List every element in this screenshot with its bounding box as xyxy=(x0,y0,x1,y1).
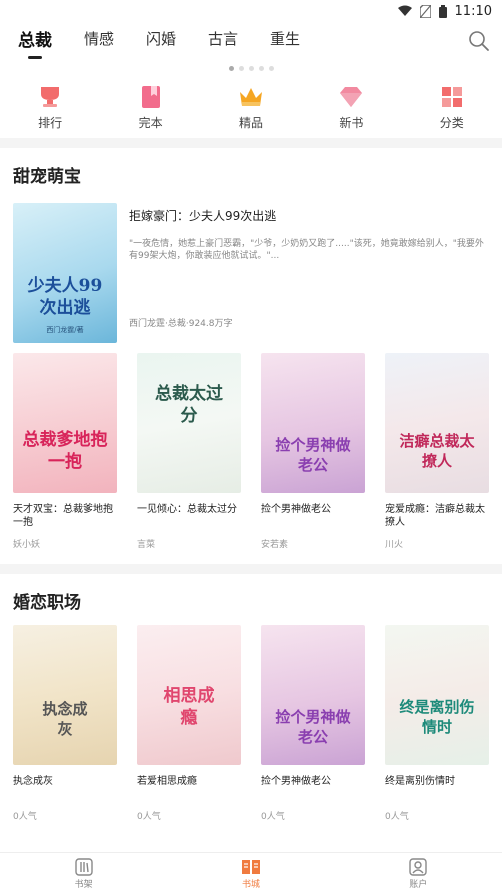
user-icon xyxy=(409,858,428,876)
top-tab-bar: 总裁 情感 闪婚 古言 重生 xyxy=(0,22,502,58)
book-title: 天才双宝：总裁爹地抱一抱 xyxy=(13,504,113,528)
cat-ranking[interactable]: 排行 xyxy=(0,84,100,131)
book-cover: 捡个男神做老公 xyxy=(261,625,365,765)
book-author: 0人气 xyxy=(385,812,409,822)
nav-label: 账户 xyxy=(409,880,428,890)
cover-title: 少夫人99次出逃 xyxy=(27,276,103,318)
book-card[interactable]: 相思成瘾 若爱相思成瘾 0人气 xyxy=(137,625,241,822)
bottom-nav: 书架 书城 账户 xyxy=(0,852,502,894)
book-cover: 洁癖总裁太撩人 xyxy=(385,353,489,493)
category-shortcuts: 排行 完本 精品 新书 分类 xyxy=(0,76,502,138)
trophy-icon xyxy=(41,86,60,107)
book-title: 终是离别伤情时 xyxy=(385,776,455,787)
book-card[interactable]: 洁癖总裁太撩人 宠爱成瘾：洁癖总裁太撩人 川火 xyxy=(385,353,489,550)
nav-label: 书城 xyxy=(241,880,260,890)
cat-label: 分类 xyxy=(439,115,464,130)
cat-new[interactable]: 新书 xyxy=(301,84,401,131)
search-icon[interactable] xyxy=(468,30,490,52)
book-title: 捡个男神做老公 xyxy=(261,776,331,787)
cat-label: 新书 xyxy=(339,115,364,130)
bookshelf-icon xyxy=(74,858,93,876)
bookmark-book-icon xyxy=(141,85,160,108)
cover-title: 终是离别伤情时 xyxy=(399,698,475,736)
carousel-dot xyxy=(228,65,234,71)
book-cover: 捡个男神做老公 xyxy=(261,353,365,493)
featured-book[interactable]: 少夫人99次出逃 西门龙霆/著 拒嫁豪门：少夫人99次出逃 "一夜危情，她惹上豪… xyxy=(0,195,502,343)
cover-title: 执念成灰 xyxy=(42,700,88,738)
section-title: 婚恋职场 xyxy=(13,593,81,613)
tab-guyan[interactable]: 古言 xyxy=(208,28,238,53)
nav-label: 书架 xyxy=(74,880,93,890)
open-book-icon xyxy=(241,860,260,874)
book-author: 0人气 xyxy=(137,812,161,822)
book-title: 执念成灰 xyxy=(13,776,53,787)
book-cover: 终是离别伤情时 xyxy=(385,625,489,765)
book-card[interactable]: 捡个男神做老公 捡个男神做老公 0人气 xyxy=(261,625,365,822)
tab-chongsheng[interactable]: 重生 xyxy=(270,28,300,53)
carousel-dot xyxy=(248,65,254,71)
book-author: 0人气 xyxy=(261,812,285,822)
cover-title: 捡个男神做老公 xyxy=(275,708,351,746)
cover-title: 洁癖总裁太撩人 xyxy=(399,432,475,470)
carousel-dot xyxy=(268,65,274,71)
status-bar: 11:10 xyxy=(0,0,502,22)
carousel-dot xyxy=(238,65,244,71)
status-time: 11:10 xyxy=(454,3,492,19)
book-author: 安若素 xyxy=(261,540,289,550)
nav-bookshelf[interactable]: 书架 xyxy=(34,857,134,890)
cover-author: 西门龙霆/著 xyxy=(46,326,84,334)
cat-label: 精品 xyxy=(238,115,263,130)
nav-account[interactable]: 账户 xyxy=(368,857,468,890)
cover-title: 总裁太过分 xyxy=(155,384,223,426)
book-title: 一见倾心：总裁太过分 xyxy=(137,504,237,515)
featured-description: "一夜危情，她惹上豪门恶霸，"少爷，少奶奶又跑了....."该死，她竟敢嫁给别人… xyxy=(129,239,484,261)
book-author: 妖小妖 xyxy=(13,540,41,550)
divider xyxy=(0,564,502,574)
cover-title: 捡个男神做老公 xyxy=(275,436,351,474)
book-author: 言菜 xyxy=(137,540,156,550)
book-card[interactable]: 总裁太过分 一见倾心：总裁太过分 言菜 xyxy=(137,353,241,550)
book-card[interactable]: 捡个男神做老公 捡个男神做老公 安若素 xyxy=(261,353,365,550)
book-title: 宠爱成瘾：洁癖总裁太撩人 xyxy=(385,504,485,528)
cat-finished[interactable]: 完本 xyxy=(101,84,201,131)
featured-title: 拒嫁豪门：少夫人99次出逃 xyxy=(129,209,277,223)
book-grid: 总裁爹地抱一抱 天才双宝：总裁爹地抱一抱 妖小妖 总裁太过分 一见倾心：总裁太过… xyxy=(0,343,502,550)
cat-premium[interactable]: 精品 xyxy=(201,84,301,131)
cat-label: 排行 xyxy=(38,115,63,130)
section-title: 甜宠萌宝 xyxy=(13,167,81,187)
book-cover: 少夫人99次出逃 西门龙霆/著 xyxy=(13,203,117,343)
tab-qinggan[interactable]: 情感 xyxy=(84,28,114,53)
carousel-indicator xyxy=(0,60,502,76)
carousel-dot xyxy=(258,65,264,71)
book-grid: 执念成灰 执念成灰 0人气 相思成瘾 若爱相思成瘾 0人气 捡个男神做老公 捡个… xyxy=(0,621,502,822)
wifi-icon xyxy=(397,5,412,17)
battery-icon xyxy=(438,4,447,18)
book-author: 0人气 xyxy=(13,812,37,822)
crown-icon xyxy=(239,87,262,106)
featured-meta: 西门龙霆·总裁·924.8万字 xyxy=(129,319,233,329)
book-title: 若爱相思成瘾 xyxy=(137,776,197,787)
divider xyxy=(0,138,502,148)
book-cover: 总裁太过分 xyxy=(137,353,241,493)
no-sim-icon xyxy=(419,4,431,18)
book-card[interactable]: 执念成灰 执念成灰 0人气 xyxy=(13,625,117,822)
grid-icon xyxy=(441,86,462,107)
cat-label: 完本 xyxy=(138,115,163,130)
cover-title: 相思成瘾 xyxy=(163,686,215,728)
book-card[interactable]: 总裁爹地抱一抱 天才双宝：总裁爹地抱一抱 妖小妖 xyxy=(13,353,117,550)
nav-bookstore[interactable]: 书城 xyxy=(201,857,301,890)
book-cover: 相思成瘾 xyxy=(137,625,241,765)
book-cover: 执念成灰 xyxy=(13,625,117,765)
book-cover: 总裁爹地抱一抱 xyxy=(13,353,117,493)
book-card[interactable]: 终是离别伤情时 终是离别伤情时 0人气 xyxy=(385,625,489,822)
tab-shanhun[interactable]: 闪婚 xyxy=(146,28,176,53)
book-author: 川火 xyxy=(385,540,404,550)
cover-title: 总裁爹地抱一抱 xyxy=(22,430,108,472)
diamond-icon xyxy=(340,86,363,107)
book-title: 捡个男神做老公 xyxy=(261,504,331,515)
cat-classify[interactable]: 分类 xyxy=(402,84,502,131)
tab-zongcai[interactable]: 总裁 xyxy=(18,26,52,55)
